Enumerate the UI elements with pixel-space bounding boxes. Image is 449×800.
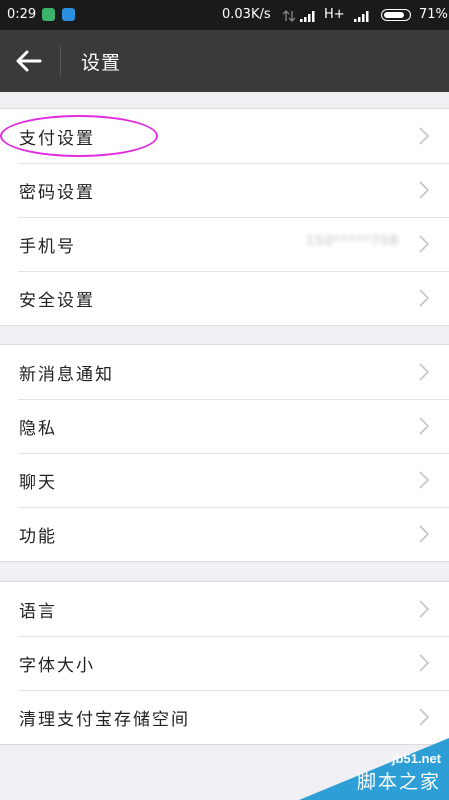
settings-item-label: 安全设置 — [19, 291, 95, 311]
settings-item-language[interactable]: 语言 — [0, 582, 449, 636]
settings-item-label: 语言 — [19, 602, 57, 622]
battery-percent: 71% — [419, 7, 448, 22]
settings-item-label: 支付设置 — [19, 129, 95, 149]
network-type: H+ — [324, 7, 345, 22]
battery-icon — [381, 9, 411, 21]
settings-item-label: 字体大小 — [19, 656, 95, 676]
settings-item-security[interactable]: 安全设置 — [0, 271, 449, 325]
settings-item-privacy[interactable]: 隐私 — [0, 399, 449, 453]
watermark: jb51.net 脚本之家 — [299, 738, 449, 800]
settings-item-label: 聊天 — [19, 473, 57, 493]
settings-item-chat[interactable]: 聊天 — [0, 453, 449, 507]
network-speed: 0.03K/s — [222, 7, 271, 22]
signal-icon — [300, 11, 315, 22]
settings-item-label: 功能 — [19, 527, 57, 547]
page-title: 设置 — [81, 52, 122, 74]
settings-item-notifications[interactable]: 新消息通知 — [0, 345, 449, 399]
settings-group-account: 支付设置 密码设置 手机号 150*****708 安全设置 — [0, 108, 449, 326]
settings-group-general: 新消息通知 隐私 聊天 功能 — [0, 344, 449, 562]
settings-item-label: 密码设置 — [19, 183, 95, 203]
settings-item-features[interactable]: 功能 — [0, 507, 449, 561]
settings-item-label: 新消息通知 — [19, 365, 114, 385]
settings-item-font-size[interactable]: 字体大小 — [0, 636, 449, 690]
settings-item-label: 隐私 — [19, 419, 57, 439]
watermark-site: jb51.net — [391, 751, 441, 766]
nav-divider — [60, 46, 61, 76]
status-time: 0:29 — [7, 7, 37, 22]
chevron-right-icon — [419, 235, 429, 253]
chevron-right-icon — [419, 600, 429, 618]
chevron-right-icon — [419, 127, 429, 145]
app-notification-icon — [62, 8, 75, 21]
watermark-cn: 脚本之家 — [356, 771, 441, 793]
chevron-right-icon — [419, 289, 429, 307]
chevron-right-icon — [419, 417, 429, 435]
status-bar: 0:29 0.03K/s H+ 71% — [0, 0, 449, 30]
settings-item-password[interactable]: 密码设置 — [0, 163, 449, 217]
settings-item-clear-storage[interactable]: 清理支付宝存储空间 — [0, 690, 449, 744]
chevron-right-icon — [419, 525, 429, 543]
settings-item-payment[interactable]: 支付设置 — [0, 109, 449, 163]
chevron-right-icon — [419, 363, 429, 381]
chevron-right-icon — [419, 181, 429, 199]
data-transfer-icon — [282, 10, 296, 22]
settings-item-label: 手机号 — [19, 237, 76, 257]
chevron-right-icon — [419, 654, 429, 672]
app-notification-icon — [42, 8, 55, 21]
nav-bar: 设置 — [0, 30, 449, 92]
chevron-right-icon — [419, 708, 429, 726]
chevron-right-icon — [419, 471, 429, 489]
arrow-left-icon[interactable] — [16, 50, 42, 72]
settings-item-phone[interactable]: 手机号 150*****708 — [0, 217, 449, 271]
phone-number-value: 150*****708 — [305, 234, 399, 249]
settings-group-display: 语言 字体大小 清理支付宝存储空间 — [0, 581, 449, 745]
settings-item-label: 清理支付宝存储空间 — [19, 710, 190, 730]
signal-icon — [354, 11, 369, 22]
